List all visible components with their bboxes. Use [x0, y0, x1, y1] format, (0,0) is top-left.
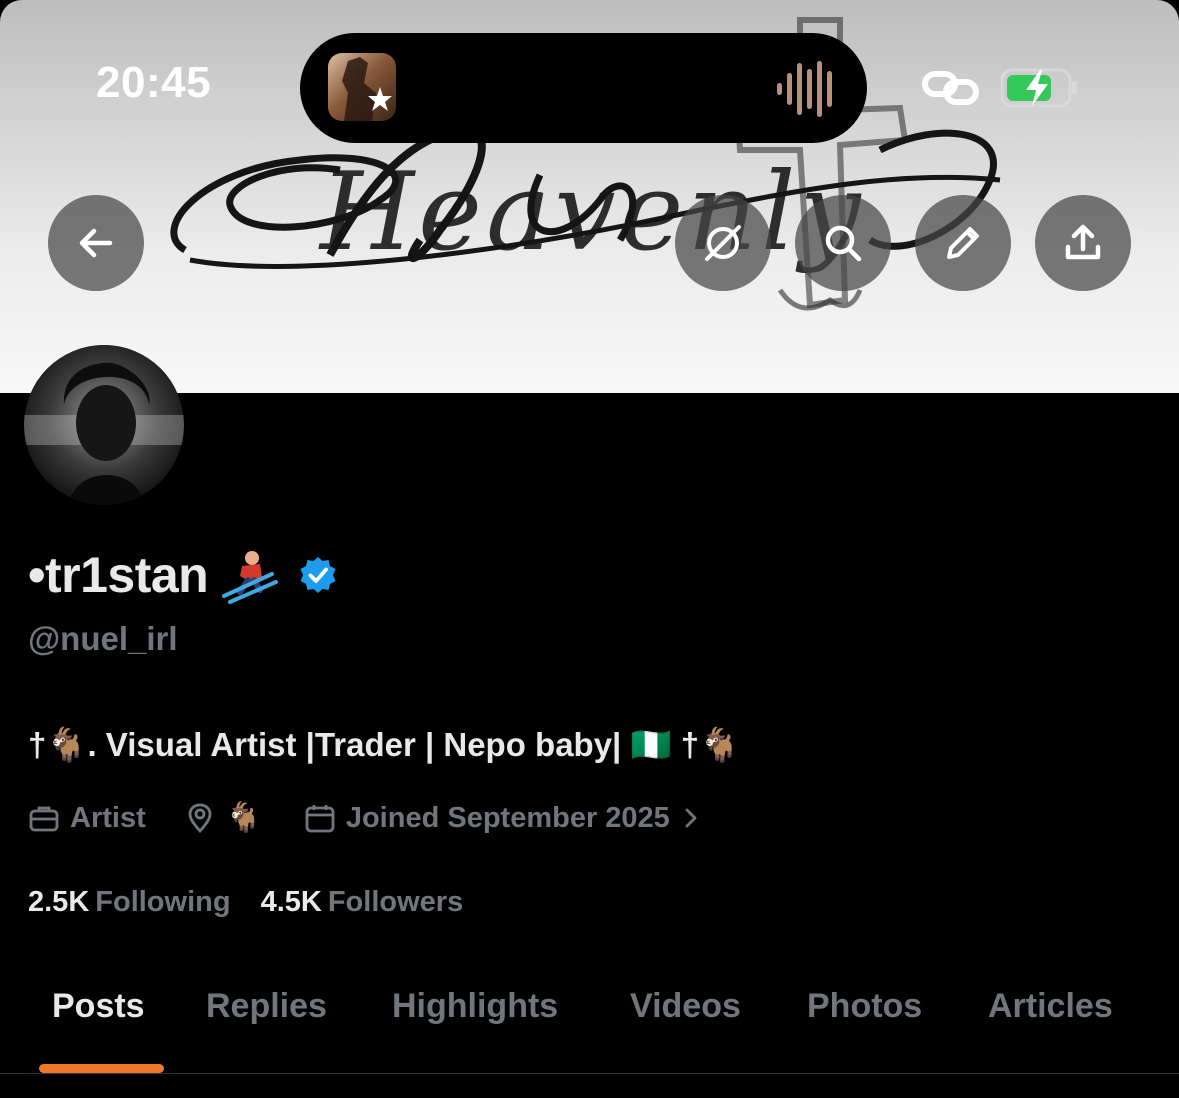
following-label: Following: [95, 885, 231, 918]
calendar-icon: [305, 805, 335, 833]
link-icon: [922, 71, 979, 105]
joined-item[interactable]: Joined September 2025: [304, 802, 702, 835]
profile-bio: †🐐. Visual Artist |Trader | Nepo baby| 🇳…: [28, 726, 741, 763]
location-item: 🐐: [184, 801, 262, 835]
banner-script-text: Heavenly: [320, 150, 865, 275]
skier-emoji: [222, 551, 279, 604]
location-label: 🐐: [225, 802, 262, 834]
display-name-row: •tr1stan: [28, 540, 338, 610]
follow-stats: 2.5K Following 4.5K Followers: [28, 880, 463, 924]
category-label: Artist: [70, 801, 146, 834]
followers-count: 4.5K: [260, 885, 322, 918]
following-link[interactable]: 2.5K Following: [28, 886, 231, 919]
tab-photos[interactable]: Photos: [807, 987, 922, 1026]
tab-videos[interactable]: Videos: [630, 987, 741, 1026]
tab-replies[interactable]: Replies: [206, 987, 327, 1026]
location-pin-icon: [188, 803, 212, 834]
share-icon: [1065, 224, 1101, 260]
briefcase-icon: [29, 806, 59, 832]
tabs-divider: [0, 1073, 1179, 1074]
status-time: 20:45: [96, 58, 212, 107]
search-icon: [825, 225, 862, 262]
dynamic-island[interactable]: [300, 33, 867, 143]
joined-label: Joined September 2025: [345, 801, 670, 834]
followers-label: Followers: [327, 885, 464, 918]
chevron-right-icon: [685, 808, 697, 828]
search-button[interactable]: [795, 195, 891, 291]
edit-button[interactable]: [915, 195, 1011, 291]
display-name: •tr1stan: [28, 547, 209, 603]
pencil-icon: [947, 227, 979, 259]
waveform-icon: [777, 61, 832, 117]
following-count: 2.5K: [28, 885, 90, 918]
grok-button[interactable]: [675, 195, 771, 291]
verified-badge-icon[interactable]: [298, 555, 338, 595]
share-button[interactable]: [1035, 195, 1131, 291]
category-item: Artist: [28, 802, 146, 835]
tab-posts[interactable]: Posts: [52, 987, 145, 1026]
profile-tabs: Posts Replies Highlights Videos Photos A…: [0, 975, 1179, 1075]
profile-meta-row: Artist 🐐 Joined September 2025: [28, 796, 702, 840]
profile-handle: @nuel_irl: [28, 620, 178, 657]
arrow-left-icon: [79, 228, 113, 258]
tab-highlights[interactable]: Highlights: [392, 987, 558, 1026]
grok-icon: [705, 225, 741, 261]
now-playing-artwork[interactable]: [328, 53, 396, 121]
active-tab-indicator: [39, 1064, 164, 1073]
avatar[interactable]: [24, 345, 184, 505]
followers-link[interactable]: 4.5K Followers: [261, 886, 464, 919]
battery-icon: [1000, 68, 1077, 108]
back-button[interactable]: [48, 195, 144, 291]
tab-articles[interactable]: Articles: [988, 987, 1113, 1026]
profile-screen: Heavenly 20:45 •tr1stan @nuel_irl †🐐. Vi…: [0, 0, 1179, 1098]
